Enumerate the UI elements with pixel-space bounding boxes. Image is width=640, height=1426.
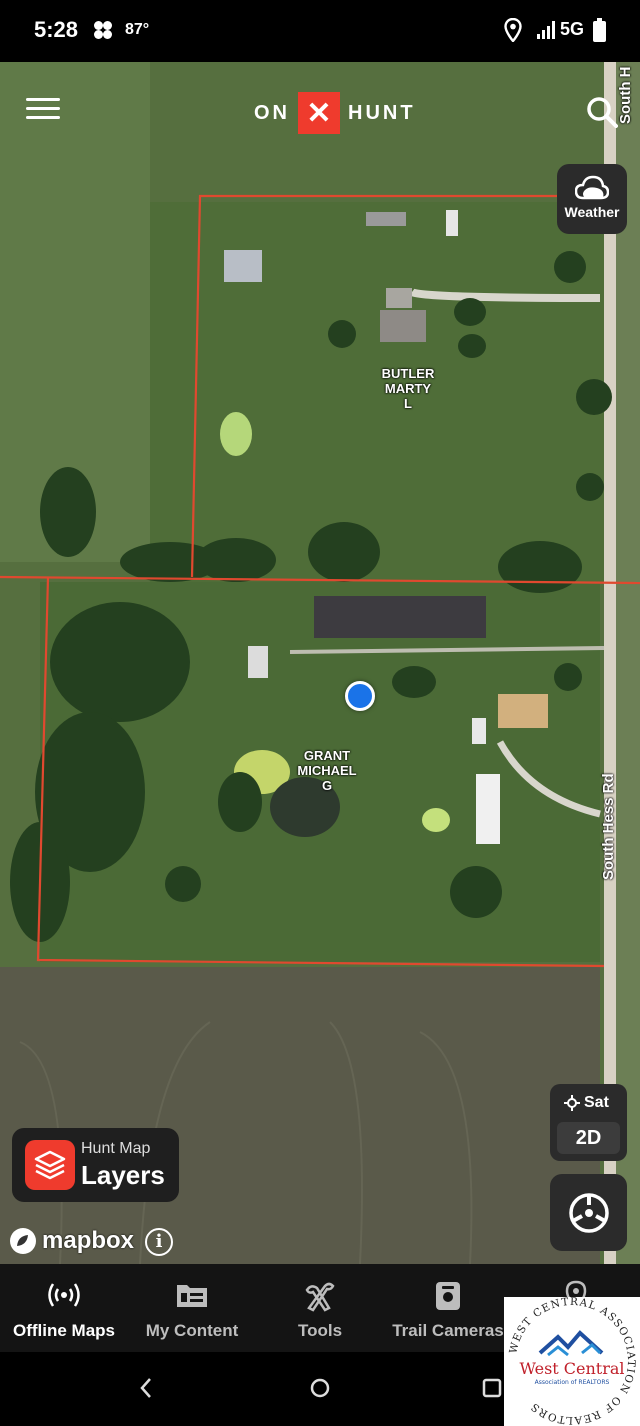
location-status-icon	[504, 18, 522, 42]
weather-button[interactable]: Weather	[557, 164, 627, 234]
status-time: 5:28	[34, 17, 79, 42]
weather-cloud-icon	[575, 175, 609, 200]
map-type-row: Sat	[564, 1094, 609, 1112]
tools-icon	[305, 1282, 335, 1312]
current-location-dot	[345, 681, 375, 711]
road-label: South H	[617, 66, 634, 125]
offline-maps-icon	[48, 1283, 80, 1307]
layers-subtitle: Hunt Map	[81, 1140, 151, 1157]
layers-icon	[25, 1140, 75, 1190]
nav-label: Tools	[297, 1321, 343, 1340]
nav-trail-cameras[interactable]: Trail Cameras	[384, 1264, 512, 1352]
search-icon[interactable]	[586, 96, 618, 128]
menu-icon-bar	[26, 98, 60, 101]
compass-button[interactable]	[550, 1174, 627, 1251]
mapbox-attribution[interactable]: mapbox	[8, 1226, 134, 1256]
seal-subtitle: Association of REALTORS	[535, 1379, 610, 1386]
nav-tools[interactable]: Tools	[256, 1264, 384, 1352]
seal-title: West Central	[519, 1359, 624, 1378]
association-seal: WEST CENTRAL ASSOCIATION OF REALTORS Wes…	[507, 1296, 636, 1426]
folder-icon	[177, 1285, 207, 1307]
nav-label: Trail Cameras	[392, 1321, 504, 1340]
status-bar: 5:28 87° 5G	[0, 0, 640, 62]
menu-button[interactable]	[26, 98, 60, 124]
nav-my-content[interactable]: My Content	[128, 1264, 256, 1352]
back-icon[interactable]	[138, 1376, 154, 1400]
trail-camera-icon	[436, 1282, 460, 1310]
mapbox-text: mapbox	[42, 1227, 135, 1254]
nav-label: Offline Maps	[12, 1321, 115, 1340]
steering-compass-icon	[568, 1192, 609, 1233]
crosshair-icon	[564, 1095, 580, 1111]
map-type-toggle[interactable]: Sat 2D	[550, 1084, 627, 1161]
app-logo: ON ✕ HUNT	[254, 92, 416, 134]
realtor-association-watermark: WEST CENTRAL ASSOCIATION OF REALTORS Wes…	[504, 1296, 640, 1426]
nav-offline-maps[interactable]: Offline Maps	[0, 1264, 128, 1352]
road-label: South Hess Rd	[600, 773, 617, 880]
logo-text-left: ON	[254, 101, 290, 124]
logo-mark: ✕	[298, 92, 340, 134]
clover-icon	[94, 21, 112, 39]
mapbox-logo-icon	[10, 1228, 36, 1254]
battery-icon	[593, 18, 606, 42]
menu-icon-bar	[26, 116, 60, 119]
map-type-label: Sat	[584, 1094, 609, 1111]
network-type: 5G	[560, 19, 585, 39]
satellite-imagery	[0, 62, 640, 1264]
map-view[interactable]: ON ✕ HUNT Weather BUTLER MARTY L GRANT M…	[0, 62, 640, 1264]
nav-label: My Content	[145, 1321, 239, 1340]
parcel-label[interactable]: GRANT MICHAEL G	[287, 748, 367, 793]
signal-icon	[537, 21, 555, 39]
weather-label: Weather	[564, 204, 620, 220]
status-temperature: 87°	[125, 21, 150, 38]
layers-button[interactable]: Hunt Map Layers	[12, 1128, 179, 1202]
menu-icon-bar	[26, 107, 60, 110]
recents-icon[interactable]	[482, 1376, 502, 1400]
info-icon[interactable]: i	[145, 1228, 173, 1256]
layers-title: Layers	[81, 1160, 165, 1190]
parcel-label[interactable]: BUTLER MARTY L	[370, 366, 446, 411]
home-icon[interactable]	[309, 1376, 331, 1400]
logo-text-right: HUNT	[348, 101, 416, 124]
2d-mode-button[interactable]: 2D	[557, 1122, 620, 1154]
